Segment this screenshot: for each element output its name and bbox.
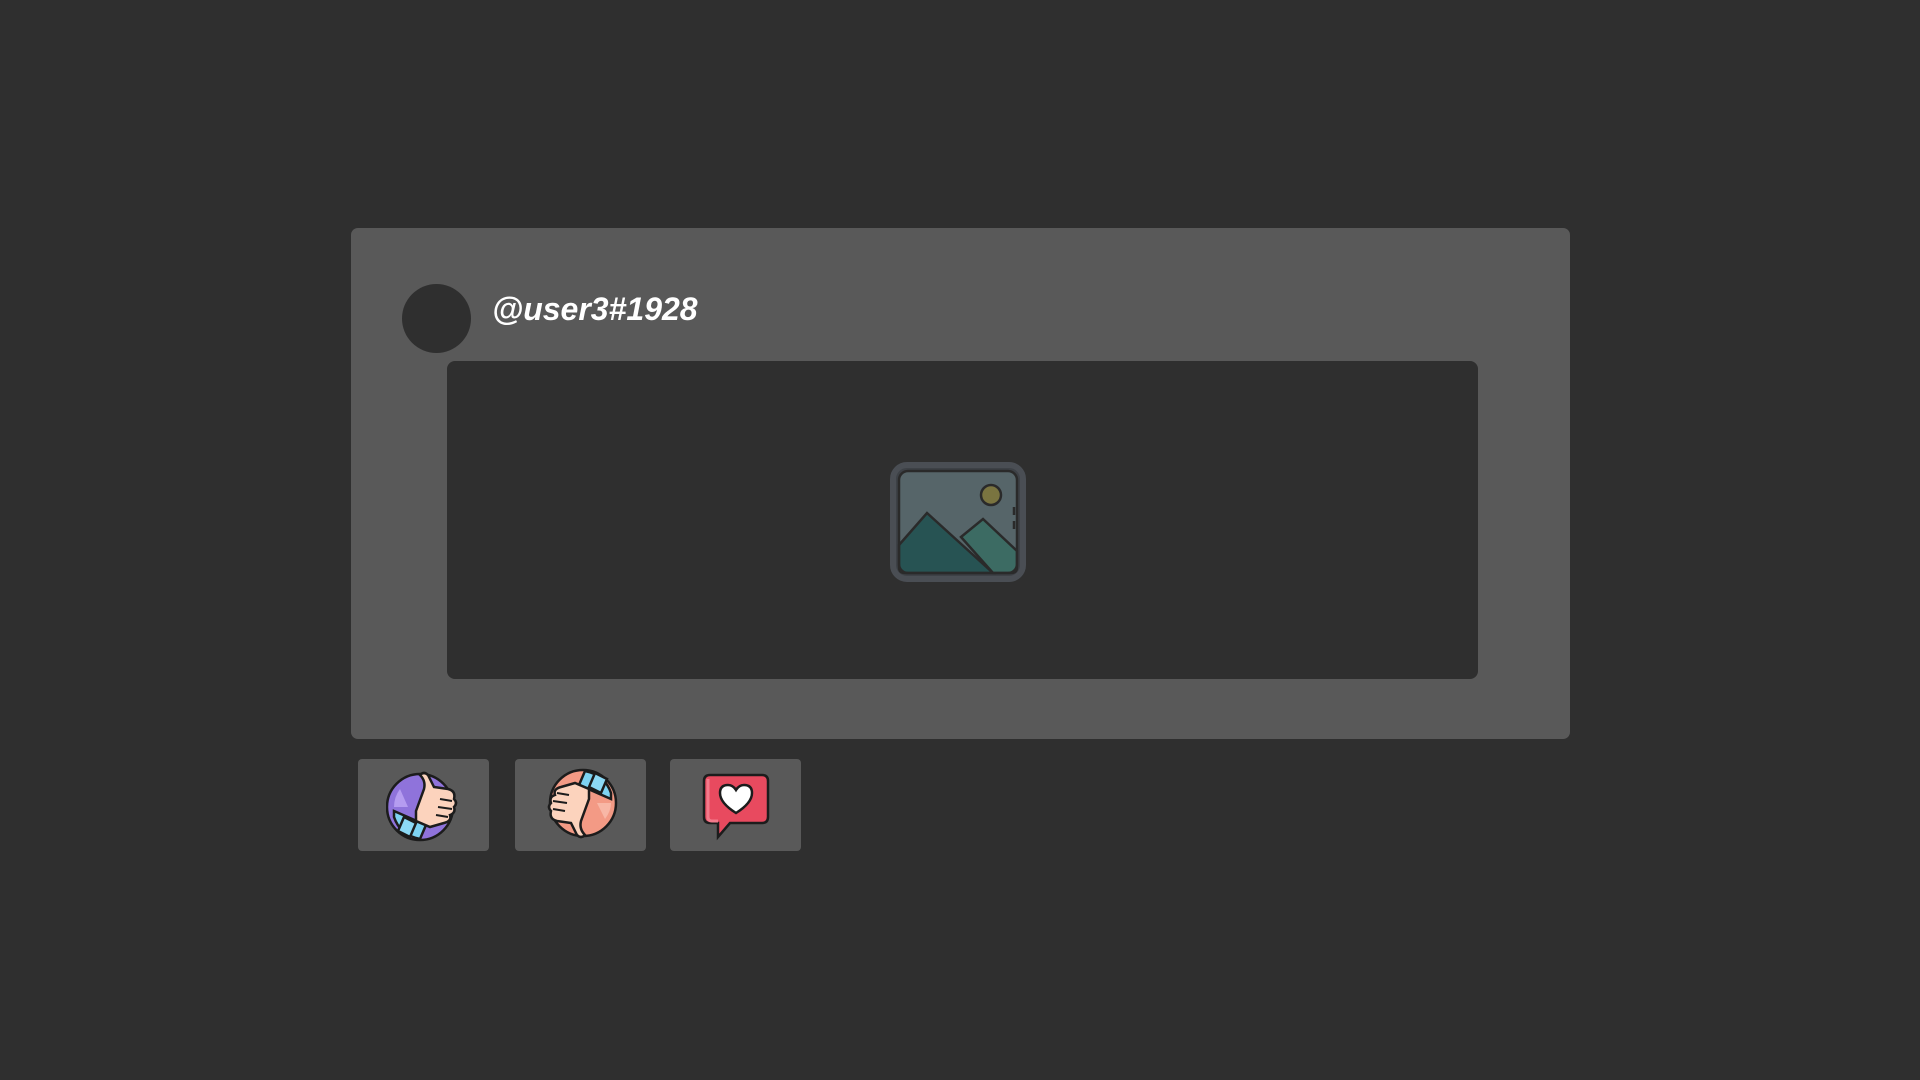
like-button[interactable] xyxy=(358,759,489,851)
love-button[interactable] xyxy=(670,759,801,851)
image-placeholder-icon xyxy=(890,462,1026,582)
post-media[interactable] xyxy=(447,361,1478,679)
heart-speech-bubble-icon xyxy=(702,773,770,841)
thumbs-down-icon xyxy=(547,768,618,839)
dislike-button[interactable] xyxy=(515,759,646,851)
avatar[interactable] xyxy=(402,284,471,353)
thumbs-up-icon xyxy=(386,771,458,842)
post-card: @user3#1928 xyxy=(351,228,1570,739)
username[interactable]: @user3#1928 xyxy=(492,293,698,325)
